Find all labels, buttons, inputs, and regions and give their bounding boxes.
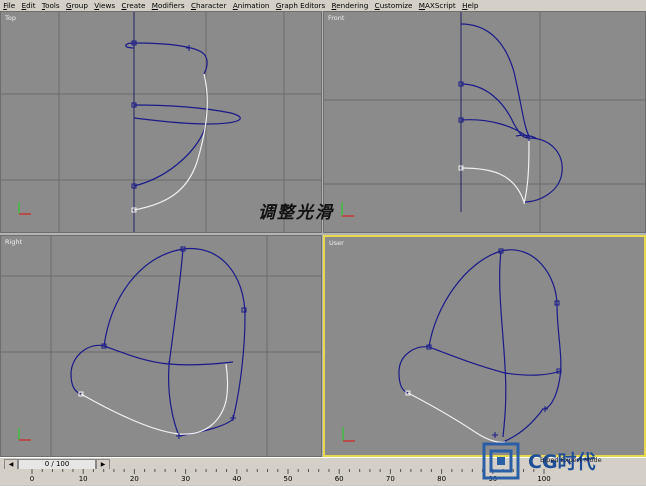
- user-viewport[interactable]: User: [323, 235, 646, 457]
- menu-tools[interactable]: Tools: [39, 0, 63, 11]
- front-viewport-canvas[interactable]: [324, 12, 645, 232]
- axis-tripod-icon: [18, 202, 31, 215]
- menu-file[interactable]: File: [0, 0, 18, 11]
- menu-group[interactable]: Group: [63, 0, 91, 11]
- menu-bar: File Edit Tools Group Views Create Modifiers Ch…: [0, 0, 646, 11]
- status-text: Biped Expert Mode: [540, 456, 602, 464]
- track-tick-label: 40: [232, 475, 242, 483]
- axis-tripod-icon: [341, 202, 354, 217]
- menu-customize[interactable]: Customize: [371, 0, 415, 11]
- menu-modifiers[interactable]: Modifiers: [149, 0, 188, 11]
- track-tick-label: 70: [385, 475, 395, 483]
- overlay-caption: 调整光滑: [258, 203, 334, 223]
- menu-edit[interactable]: Edit: [18, 0, 38, 11]
- track-tick-label: 10: [78, 475, 88, 483]
- track-tick-label: 60: [334, 475, 344, 483]
- menu-views[interactable]: Views: [91, 0, 118, 11]
- track-tick-label: 30: [181, 475, 191, 483]
- track-tick-label: 80: [437, 475, 447, 483]
- track-tick-label: 0: [29, 475, 35, 483]
- front-viewport[interactable]: Front: [323, 11, 646, 233]
- top-viewport-label[interactable]: Top: [5, 14, 16, 22]
- menu-character[interactable]: Character: [188, 0, 230, 11]
- user-viewport-label[interactable]: User: [329, 239, 344, 247]
- axis-tripod-icon: [18, 428, 31, 441]
- viewport-area: Top Front Right User: [0, 11, 646, 457]
- left-viewport-canvas[interactable]: [1, 236, 321, 456]
- menu-help[interactable]: Help: [459, 0, 482, 11]
- track-tick-label: 50: [283, 475, 293, 483]
- menu-rendering[interactable]: Rendering: [328, 0, 371, 11]
- user-viewport-canvas[interactable]: [325, 237, 644, 455]
- menu-create[interactable]: Create: [118, 0, 148, 11]
- menu-animation[interactable]: Animation: [230, 0, 273, 11]
- left-viewport[interactable]: Right: [0, 235, 322, 457]
- front-viewport-label[interactable]: Front: [328, 14, 344, 22]
- left-viewport-label[interactable]: Right: [5, 238, 22, 246]
- axis-tripod-icon: [342, 427, 355, 442]
- menu-graph-editors[interactable]: Graph Editors: [273, 0, 329, 11]
- menu-maxscript[interactable]: MAXScript: [416, 0, 459, 11]
- track-tick-label: 20: [129, 475, 139, 483]
